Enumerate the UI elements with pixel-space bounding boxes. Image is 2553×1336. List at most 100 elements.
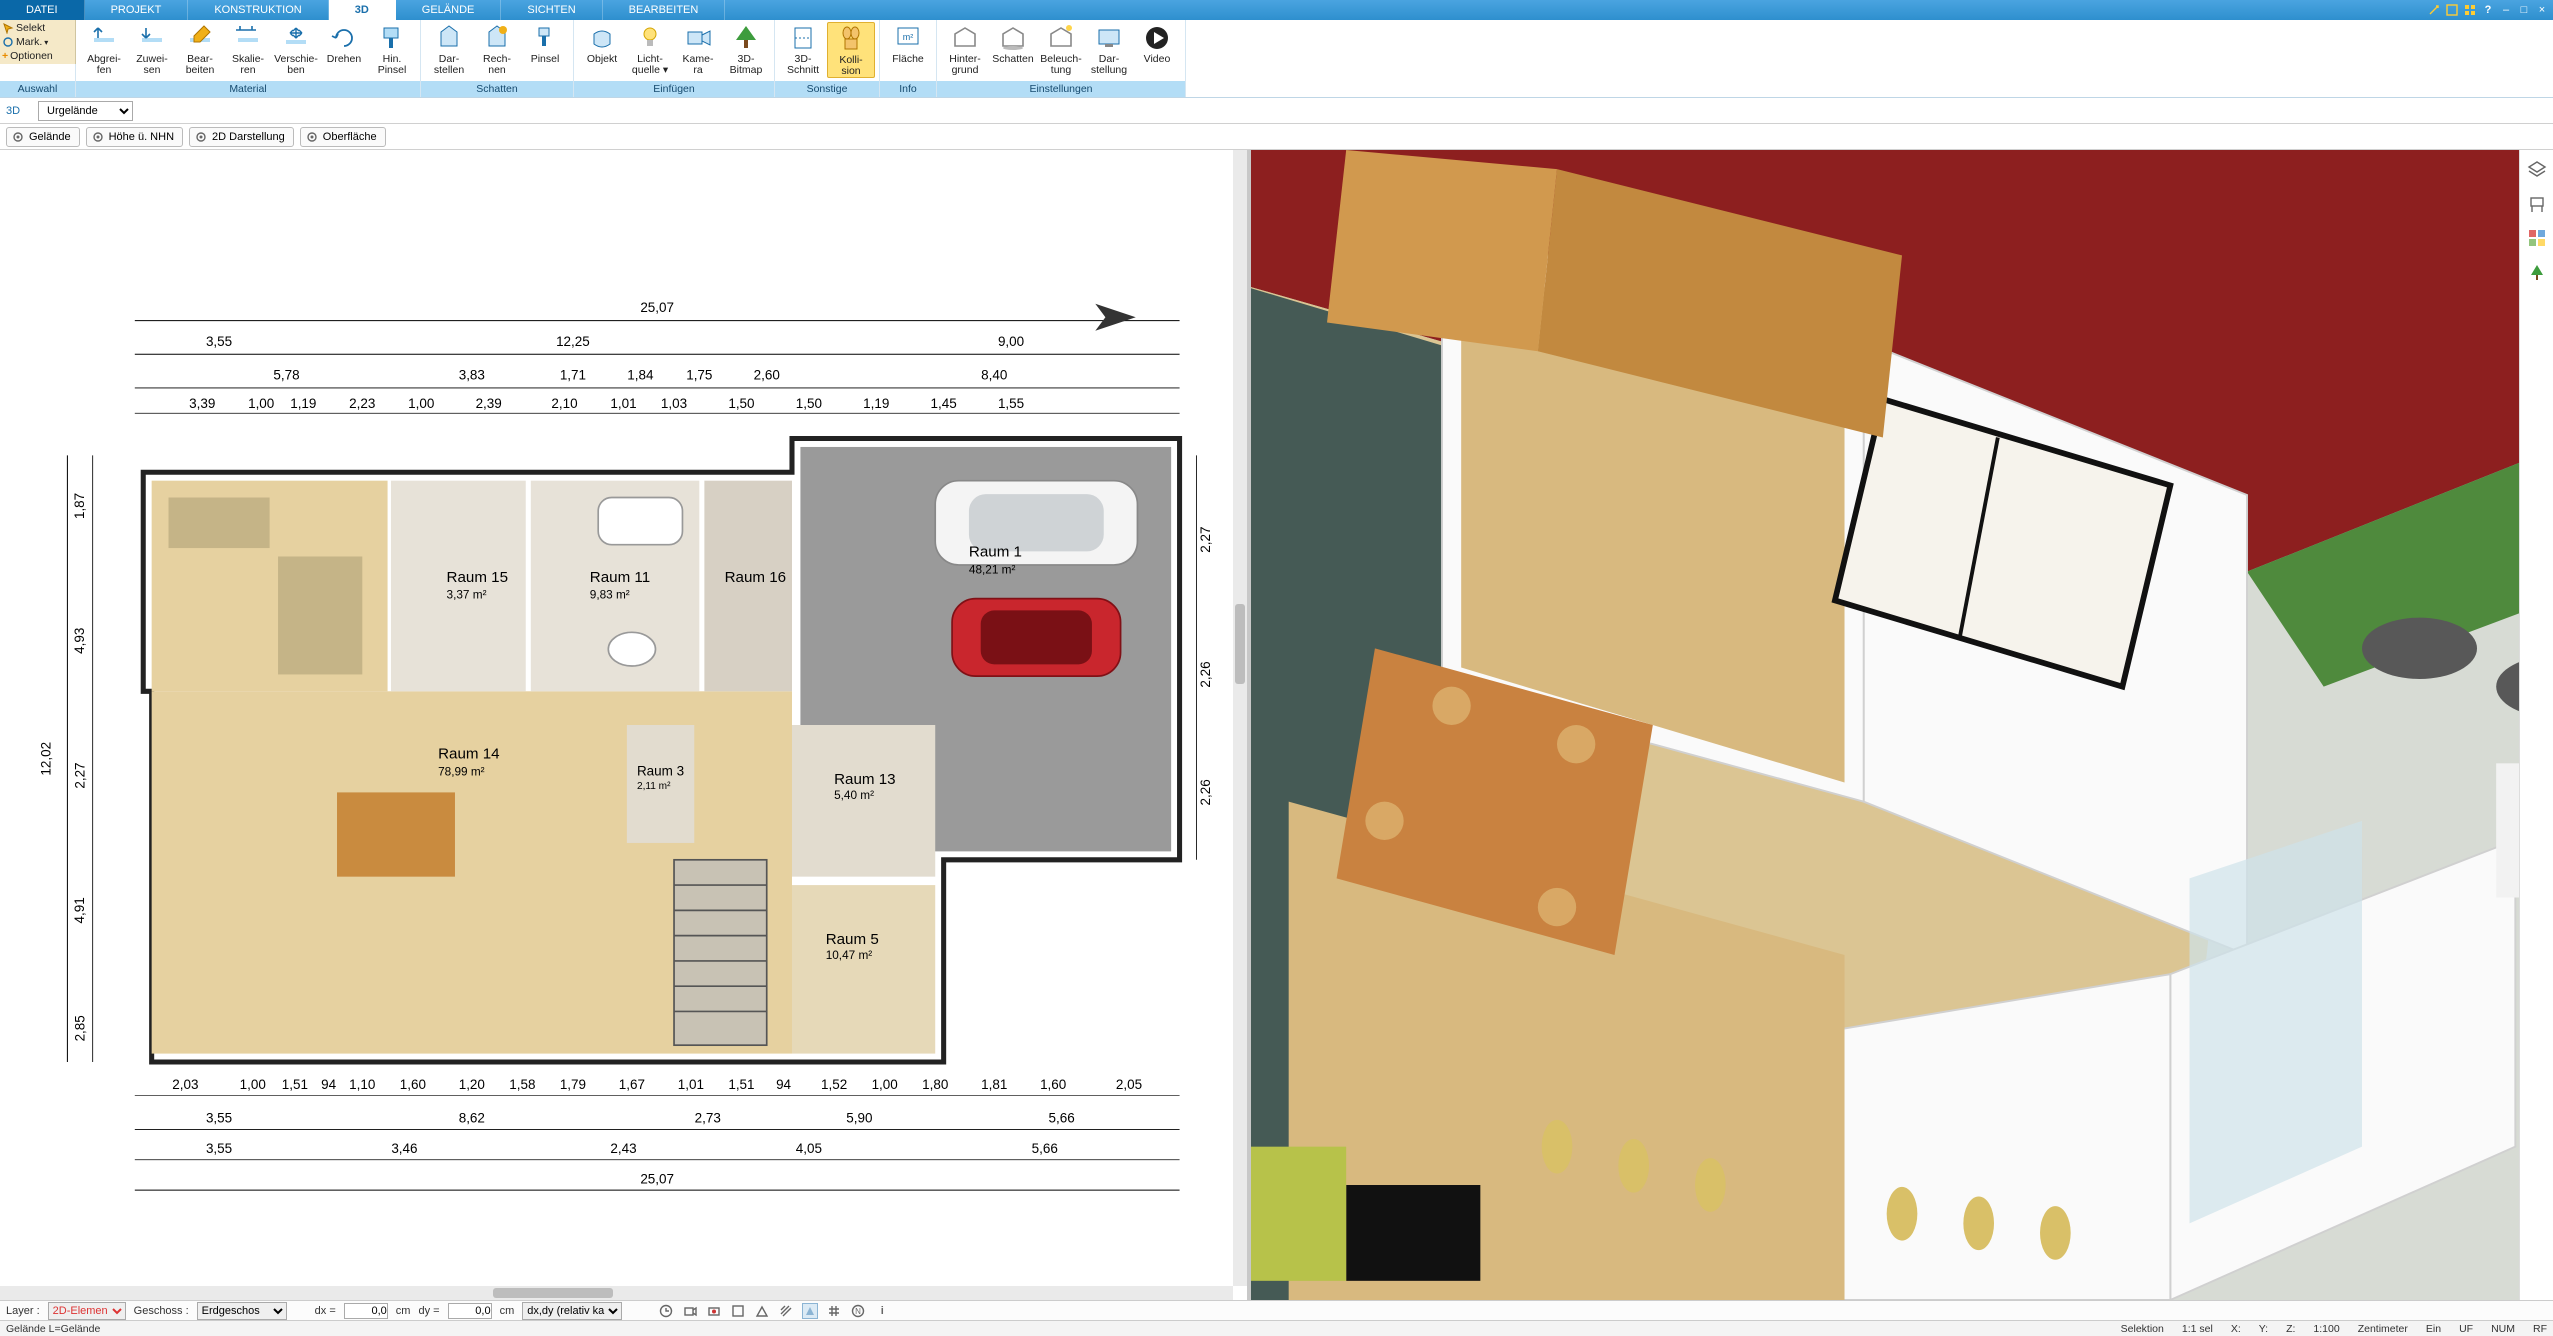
svg-text:1,19: 1,19	[290, 396, 316, 411]
video-icon	[1143, 24, 1171, 52]
svg-text:1,00: 1,00	[248, 396, 274, 411]
ribbon-btn-label2: ben	[272, 65, 320, 76]
ribbon-btn-objekt[interactable]: Objekt	[578, 22, 626, 65]
bearbeiten-icon	[186, 24, 214, 52]
ribbon-btn-schnitt3d[interactable]: 3D-Schnitt	[779, 22, 827, 76]
ribbon-btn-hintergrund[interactable]: Hinter-grund	[941, 22, 989, 76]
plan-hscroll[interactable]	[0, 1286, 1233, 1300]
triangle-icon[interactable]	[754, 1303, 770, 1319]
optionen-tool[interactable]: + Optionen	[2, 50, 73, 62]
svg-text:1,79: 1,79	[560, 1077, 586, 1092]
svg-text:3,55: 3,55	[206, 1141, 232, 1156]
3d-viewport[interactable]	[1251, 150, 2553, 1300]
ribbon-btn-skalieren[interactable]: Skalie-ren	[224, 22, 272, 76]
grid-toggle-icon[interactable]	[826, 1303, 842, 1319]
ribbon-btn-lichtquelle[interactable]: Licht-quelle ▾	[626, 22, 674, 76]
mark-tool[interactable]: Mark.▾	[2, 36, 73, 48]
pill-2d[interactable]: 2D Darstellung	[189, 127, 294, 147]
maximize-icon[interactable]: □	[2517, 3, 2531, 17]
grid-icon[interactable]	[2463, 3, 2477, 17]
svg-text:2,85: 2,85	[72, 1015, 87, 1041]
svg-text:1,20: 1,20	[459, 1077, 485, 1092]
geschoss-select[interactable]: Erdgeschos	[197, 1302, 287, 1320]
ribbon-btn-rechnen[interactable]: Rech-nen	[473, 22, 521, 76]
menu-tab-bearbeiten[interactable]: BEARBEITEN	[603, 0, 726, 20]
svg-text:Raum 11: Raum 11	[590, 569, 650, 586]
ribbon-btn-bitmap3d[interactable]: 3D-Bitmap	[722, 22, 770, 76]
ribbon-btn-schatten2[interactable]: Schatten	[989, 22, 1037, 65]
ribbon-btn-label: Objekt	[578, 54, 626, 65]
status-selektion: Selektion	[2121, 1323, 2164, 1335]
menu-tab-projekt[interactable]: PROJEKT	[85, 0, 189, 20]
plan-vscroll[interactable]	[1233, 150, 1247, 1286]
menu-tab-datei[interactable]: DATEI	[0, 0, 85, 20]
ribbon-btn-kollision[interactable]: Kolli-sion	[827, 22, 875, 78]
coord-mode-select[interactable]: dx,dy (relativ ka	[522, 1302, 622, 1320]
svg-text:1,50: 1,50	[728, 396, 754, 411]
help-icon[interactable]: ?	[2481, 3, 2495, 17]
ribbon-btn-zuweisen[interactable]: Zuwei-sen	[128, 22, 176, 76]
info-small-icon[interactable]: i	[874, 1303, 890, 1319]
layer-label: Layer :	[6, 1305, 40, 1317]
svg-text:1,51: 1,51	[728, 1077, 754, 1092]
record-icon[interactable]	[706, 1303, 722, 1319]
ribbon-btn-label2: sen	[128, 65, 176, 76]
layers-icon[interactable]	[2527, 160, 2547, 180]
pill-gelaende[interactable]: Gelände	[6, 127, 80, 147]
menu-tab-sichten[interactable]: SICHTEN	[501, 0, 602, 20]
sub-toolbar: 3D Urgelände	[0, 98, 2553, 124]
chair-icon[interactable]	[2527, 194, 2547, 214]
ribbon-btn-drehen[interactable]: Drehen	[320, 22, 368, 65]
svg-text:2,43: 2,43	[610, 1141, 636, 1156]
ribbon-btn-darstellen[interactable]: Dar-stellen	[425, 22, 473, 76]
ribbon-btn-abgreifen[interactable]: Abgrei-fen	[80, 22, 128, 76]
pill-oberflaeche[interactable]: Oberfläche	[300, 127, 386, 147]
bottom-toolbar: Layer : 2D-Elemen Geschoss : Erdgeschos …	[0, 1300, 2553, 1320]
svg-text:1,71: 1,71	[560, 368, 586, 383]
svg-text:48,21 m²: 48,21 m²	[969, 563, 1016, 576]
ribbon-btn-video[interactable]: Video	[1133, 22, 1181, 65]
svg-text:Raum 15: Raum 15	[447, 569, 509, 586]
camera-icon[interactable]	[682, 1303, 698, 1319]
svg-text:4,05: 4,05	[796, 1141, 822, 1156]
window-icon[interactable]	[2445, 3, 2459, 17]
svg-text:1,01: 1,01	[610, 396, 636, 411]
ribbon-btn-label: Pinsel	[521, 54, 569, 65]
pill-hoehe[interactable]: Höhe ü. NHN	[86, 127, 183, 147]
menu-tab-3d[interactable]: 3D	[329, 0, 396, 20]
hatch-icon[interactable]	[778, 1303, 794, 1319]
clock-icon[interactable]	[658, 1303, 674, 1319]
tool-icon[interactable]	[2427, 3, 2441, 17]
ribbon-btn-label2: grund	[941, 65, 989, 76]
svg-text:2,26: 2,26	[1198, 779, 1213, 805]
ribbon-btn-verschieben[interactable]: Verschie-ben	[272, 22, 320, 76]
floorplan-viewport[interactable]: 25,07 3,55 12,25 9,00 5,78 3,83 1,71 1,8…	[0, 150, 1251, 1300]
dx-input[interactable]	[344, 1303, 388, 1319]
ribbon-btn-hinpinsel[interactable]: Hin.Pinsel	[368, 22, 416, 76]
svg-text:8,40: 8,40	[981, 368, 1007, 383]
svg-text:1,55: 1,55	[998, 396, 1024, 411]
dy-input[interactable]	[448, 1303, 492, 1319]
shade-icon[interactable]	[802, 1303, 818, 1319]
group-label-info: Info	[880, 81, 936, 97]
close-icon[interactable]: ×	[2535, 3, 2549, 17]
layer-select[interactable]: 2D-Elemen	[48, 1302, 126, 1320]
status-z: Z:	[2286, 1323, 2295, 1335]
ribbon-btn-flaeche[interactable]: m²Fläche	[884, 22, 932, 65]
menu-tab-gelaende[interactable]: GELÄNDE	[396, 0, 502, 20]
north-icon[interactable]: N	[850, 1303, 866, 1319]
ribbon-btn-beleuchtung[interactable]: Beleuch-tung	[1037, 22, 1085, 76]
select-tool[interactable]: Selekt	[2, 22, 73, 34]
minimize-icon[interactable]: –	[2499, 3, 2513, 17]
zoom-extents-icon[interactable]	[730, 1303, 746, 1319]
terrain-select[interactable]: Urgelände	[38, 101, 133, 121]
objekt-icon	[588, 24, 616, 52]
palette-icon[interactable]	[2527, 228, 2547, 248]
ribbon-btn-pinsel[interactable]: Pinsel	[521, 22, 569, 65]
ribbon-btn-bearbeiten[interactable]: Bear-beiten	[176, 22, 224, 76]
menu-tab-konstruktion[interactable]: KONSTRUKTION	[188, 0, 328, 20]
ribbon-btn-kamera[interactable]: Kame-ra	[674, 22, 722, 76]
tree-icon[interactable]	[2527, 262, 2547, 282]
ribbon-btn-darstellung[interactable]: Dar-stellung	[1085, 22, 1133, 76]
status-rf: RF	[2533, 1323, 2547, 1335]
